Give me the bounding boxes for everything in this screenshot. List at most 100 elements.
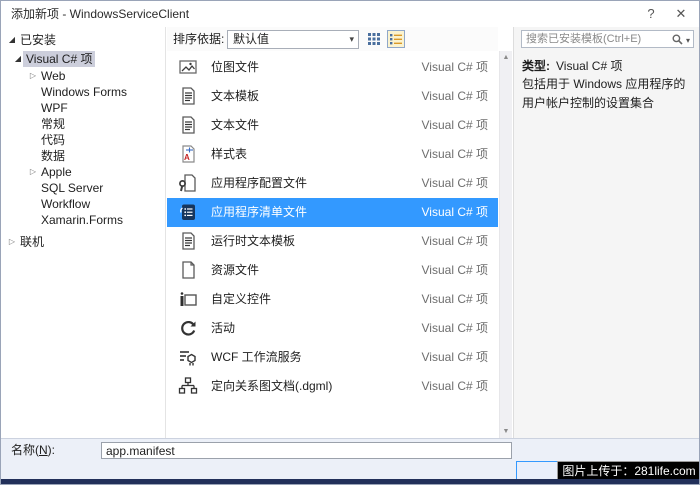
list-item-runtime-text-template[interactable]: 运行时文本模板 Visual C# 项 xyxy=(167,227,498,256)
template-name: 资源文件 xyxy=(211,256,259,285)
tree-node-sql-server[interactable]: SQL Server xyxy=(2,180,165,196)
scroll-down-icon[interactable]: ▼ xyxy=(500,428,512,435)
tree-node-visual-csharp[interactable]: ◢ Visual C# 项 xyxy=(2,51,165,67)
tree-node-label: 代码 xyxy=(38,132,68,148)
svg-text:A: A xyxy=(184,153,190,162)
sort-bar: 排序依据: 默认值 ▾ xyxy=(167,27,498,51)
template-type-row: 类型: Visual C# 项 xyxy=(522,57,694,74)
name-label: 名称(N): xyxy=(11,442,55,459)
list-item-custom-control[interactable]: 自定义控件 Visual C# 项 xyxy=(167,285,498,314)
sort-by-value: 默认值 xyxy=(233,32,269,46)
app-config-file-icon xyxy=(177,172,199,194)
template-list-panel: 排序依据: 默认值 ▾ 位图文件 Vis xyxy=(167,27,498,438)
template-name: WCF 工作流服务 xyxy=(211,343,302,372)
template-name: 自定义控件 xyxy=(211,285,271,314)
tree-node-label: Visual C# 项 xyxy=(23,51,95,67)
template-type: Visual C# 项 xyxy=(422,82,488,111)
list-item-activity[interactable]: 活动 Visual C# 项 xyxy=(167,314,498,343)
sort-by-dropdown[interactable]: 默认值 ▾ xyxy=(227,30,359,49)
template-details-panel: ▾ 类型:Visual C# 项 包括用于 Windows 应用程序的用户帐户控… xyxy=(513,27,700,438)
list-view-button[interactable] xyxy=(387,30,405,48)
tree-node-label: 联机 xyxy=(17,234,47,250)
template-type: Visual C# 项 xyxy=(422,198,488,227)
template-type: Visual C# 项 xyxy=(422,285,488,314)
list-item-text-file[interactable]: 文本文件 Visual C# 项 xyxy=(167,111,498,140)
window-bottom-edge xyxy=(1,479,699,484)
tree-node-label: 数据 xyxy=(38,148,68,164)
tree-node-installed[interactable]: ◢ 已安装 xyxy=(2,32,165,48)
wcf-workflow-service-icon xyxy=(177,346,199,368)
list-item-app-manifest-file[interactable]: 应用程序清单文件 Visual C# 项 xyxy=(167,198,498,227)
dialog-title: 添加新项 - WindowsServiceClient xyxy=(11,1,189,27)
tree-node-label: 已安装 xyxy=(17,32,59,48)
list-item-bitmap-file[interactable]: 位图文件 Visual C# 项 xyxy=(167,53,498,82)
small-icons-view-button[interactable] xyxy=(365,30,383,48)
template-name: 文本文件 xyxy=(211,111,259,140)
search-input[interactable] xyxy=(522,31,662,47)
template-type: Visual C# 项 xyxy=(422,111,488,140)
tree-collapsed-icon[interactable]: ▷ xyxy=(7,234,17,250)
style-sheet-icon: A xyxy=(177,143,199,165)
template-name: 活动 xyxy=(211,314,235,343)
list-item-resource-file[interactable]: 资源文件 Visual C# 项 xyxy=(167,256,498,285)
list-view-icon xyxy=(390,33,402,45)
tree-node-xamarin-forms[interactable]: Xamarin.Forms xyxy=(2,212,165,228)
list-item-wcf-workflow-service[interactable]: WCF 工作流服务 Visual C# 项 xyxy=(167,343,498,372)
tree-node-windows-forms[interactable]: Windows Forms xyxy=(2,84,165,100)
text-file-icon xyxy=(177,114,199,136)
template-name: 应用程序清单文件 xyxy=(211,198,307,227)
tree-node-data[interactable]: 数据 xyxy=(2,148,165,164)
template-name: 位图文件 xyxy=(211,53,259,82)
tree-node-code[interactable]: 代码 xyxy=(2,132,165,148)
tree-node-label: Apple xyxy=(38,164,75,180)
tree-collapsed-icon[interactable]: ▷ xyxy=(28,164,38,180)
tree-node-label: 常规 xyxy=(38,116,68,132)
footer: 名称(N): 图片上传于：281life.com xyxy=(1,438,699,481)
category-tree: ◢ 已安装 ◢ Visual C# 项 ▷ Web Windows Forms … xyxy=(2,27,166,438)
template-type: Visual C# 项 xyxy=(422,53,488,82)
list-item-style-sheet[interactable]: A 样式表 Visual C# 项 xyxy=(167,140,498,169)
list-scrollbar[interactable]: ▲ ▼ xyxy=(499,51,512,438)
help-icon[interactable]: ? xyxy=(637,1,665,27)
tree-node-label: Windows Forms xyxy=(38,84,130,100)
list-item-dgml-document[interactable]: 定向关系图文档(.dgml) Visual C# 项 xyxy=(167,372,498,401)
tree-node-general[interactable]: 常规 xyxy=(2,116,165,132)
activity-icon xyxy=(177,317,199,339)
scroll-up-icon[interactable]: ▲ xyxy=(500,54,512,61)
close-icon[interactable]: ✕ xyxy=(667,1,695,27)
template-type: Visual C# 项 xyxy=(422,314,488,343)
template-name: 样式表 xyxy=(211,140,247,169)
template-type: Visual C# 项 xyxy=(422,140,488,169)
template-type: Visual C# 项 xyxy=(422,256,488,285)
template-type: Visual C# 项 xyxy=(422,169,488,198)
file-name-input[interactable] xyxy=(101,442,512,459)
tree-node-label: Web xyxy=(38,68,68,84)
tree-expanded-icon[interactable]: ◢ xyxy=(7,32,17,48)
add-new-item-dialog: 添加新项 - WindowsServiceClient ? ✕ ◢ 已安装 ◢ … xyxy=(0,0,700,485)
tree-node-web[interactable]: ▷ Web xyxy=(2,68,165,84)
template-type: Visual C# 项 xyxy=(422,343,488,372)
tree-node-label: SQL Server xyxy=(38,180,106,196)
custom-control-icon xyxy=(177,288,199,310)
list-item-text-template[interactable]: 文本模板 Visual C# 项 xyxy=(167,82,498,111)
tree-node-label: Workflow xyxy=(38,196,93,212)
list-item-app-config-file[interactable]: 应用程序配置文件 Visual C# 项 xyxy=(167,169,498,198)
tree-node-workflow[interactable]: Workflow xyxy=(2,196,165,212)
template-name: 文本模板 xyxy=(211,82,259,111)
bitmap-file-icon xyxy=(177,56,199,78)
tree-expanded-icon[interactable]: ◢ xyxy=(13,51,23,67)
tree-node-online[interactable]: ▷ 联机 xyxy=(2,234,165,250)
template-name: 运行时文本模板 xyxy=(211,227,295,256)
tree-node-wpf[interactable]: WPF xyxy=(2,100,165,116)
chevron-down-icon[interactable]: ▾ xyxy=(686,36,690,45)
search-box[interactable]: ▾ xyxy=(521,30,694,48)
tree-node-label: WPF xyxy=(38,100,71,116)
tree-node-apple[interactable]: ▷ Apple xyxy=(2,164,165,180)
template-list: 位图文件 Visual C# 项 文本模板 Visual C# 项 文本文件 V… xyxy=(167,53,498,401)
type-value: Visual C# 项 xyxy=(556,59,622,73)
tree-collapsed-icon[interactable]: ▷ xyxy=(28,68,38,84)
directed-graph-document-icon xyxy=(177,375,199,397)
text-template-icon xyxy=(177,85,199,107)
title-bar: 添加新项 - WindowsServiceClient ? ✕ xyxy=(1,1,699,27)
type-label: 类型: xyxy=(522,59,550,73)
